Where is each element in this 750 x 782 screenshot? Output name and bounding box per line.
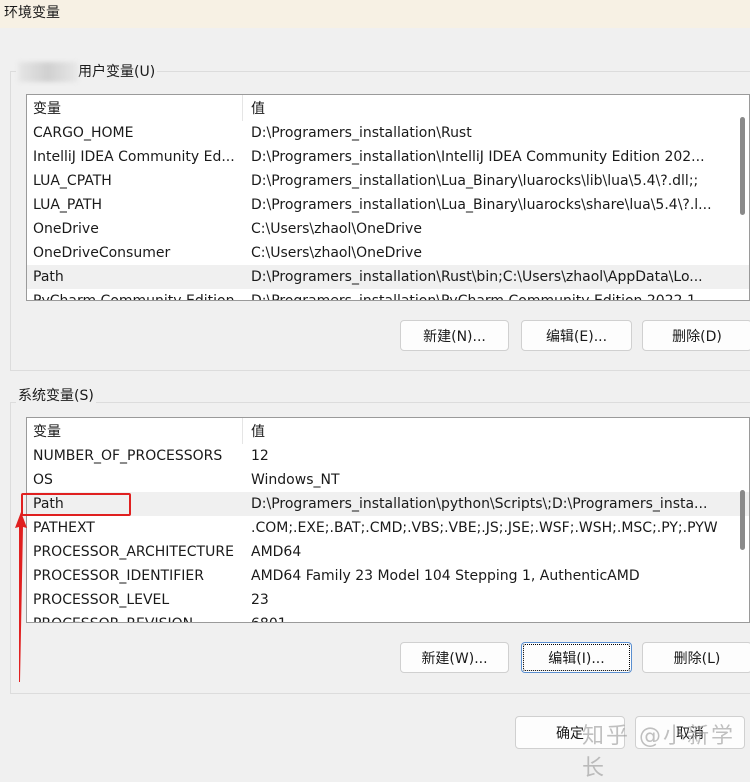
user-variables-list[interactable]: 变量值 CARGO_HOME D:\Programers_installation… bbox=[26, 94, 750, 301]
variable-value: D:\Programers_installation\PyCharm Commu… bbox=[251, 293, 710, 301]
variable-value: D:\Programers_installation\Rust\bin;C:\U… bbox=[251, 269, 703, 285]
list-header: 变量值 bbox=[27, 418, 749, 444]
user-variables-label-text: 用户变量(U) bbox=[78, 64, 156, 80]
variable-name: PROCESSOR_LEVEL bbox=[33, 592, 170, 608]
variable-value: D:\Programers_installation\python\Script… bbox=[251, 496, 708, 512]
table-row[interactable]: LUA_CPATH D:\Programers_installation\Lua_… bbox=[27, 169, 749, 193]
user-edit-button[interactable]: 编辑(E)... bbox=[521, 320, 632, 351]
variable-value: AMD64 bbox=[251, 544, 302, 560]
table-row[interactable]: PROCESSOR_REVISION6801 bbox=[27, 612, 749, 622]
window-title: 环境变量 bbox=[0, 0, 750, 28]
variable-value: 12 bbox=[251, 448, 269, 464]
table-row[interactable]: CARGO_HOME D:\Programers_installation\Rus… bbox=[27, 121, 749, 145]
column-header-variable[interactable]: 变量 bbox=[27, 95, 243, 121]
variable-name: OS bbox=[33, 472, 53, 488]
variable-name: LUA_PATH bbox=[33, 197, 103, 213]
variable-name: PATHEXT bbox=[33, 520, 95, 536]
cancel-button[interactable]: 取消 bbox=[635, 716, 745, 749]
list-header: 变量值 bbox=[27, 95, 749, 121]
variable-value: D:\Programers_installation\Lua_Binary\lu… bbox=[251, 173, 699, 189]
variable-value: D:\Programers_installation\IntelliJ IDEA… bbox=[251, 149, 705, 165]
table-row[interactable]: PATHEXT .COM;.EXE;.BAT;.CMD;.VBS;.VBE;.JS… bbox=[27, 516, 749, 540]
variable-name: Path bbox=[33, 269, 64, 285]
variable-value: 6801 bbox=[243, 616, 749, 622]
scrollbar[interactable] bbox=[740, 490, 745, 550]
column-header-value[interactable]: 值 bbox=[243, 421, 749, 441]
variable-name: PyCharm Community Edition bbox=[33, 293, 235, 301]
variable-value: C:\Users\zhaol\OneDrive bbox=[251, 221, 422, 237]
redacted-username bbox=[18, 62, 78, 82]
variable-name: NUMBER_OF_PROCESSORS bbox=[33, 448, 223, 464]
system-variables-label: 系统变量(S) bbox=[16, 385, 96, 405]
variable-name: LUA_CPATH bbox=[33, 173, 112, 189]
user-delete-button[interactable]: 删除(D) bbox=[642, 320, 750, 351]
table-row[interactable]: PROCESSOR_ARCHITECTURE AMD64 bbox=[27, 540, 749, 564]
system-delete-button[interactable]: 删除(L) bbox=[642, 642, 750, 673]
variable-value: D:\Programers_installation\Rust bbox=[251, 125, 472, 141]
column-header-value[interactable]: 值 bbox=[243, 98, 749, 118]
column-header-variable[interactable]: 变量 bbox=[27, 418, 243, 444]
table-row[interactable]: OneDriveConsumer C:\Users\zhaol\OneDrive bbox=[27, 241, 749, 265]
variable-value: D:\Programers_installation\Lua_Binary\lu… bbox=[251, 197, 712, 213]
table-row[interactable]: Path D:\Programers_installation\python\Sc… bbox=[27, 492, 749, 516]
variable-value: AMD64 Family 23 Model 104 Stepping 1, Au… bbox=[251, 568, 640, 584]
variable-value: .COM;.EXE;.BAT;.CMD;.VBS;.VBE;.JS;.JSE;.… bbox=[251, 520, 718, 536]
table-row[interactable]: LUA_PATH D:\Programers_installation\Lua_B… bbox=[27, 193, 749, 217]
variable-name: PROCESSOR_ARCHITECTURE bbox=[33, 544, 234, 560]
system-new-button[interactable]: 新建(W)... bbox=[400, 642, 509, 673]
red-arrow-annotation bbox=[15, 512, 27, 682]
scrollbar[interactable] bbox=[740, 117, 745, 215]
variable-name: OneDrive bbox=[33, 221, 99, 237]
ok-button[interactable]: 确定 bbox=[515, 716, 625, 749]
table-row[interactable]: OS Windows_NT bbox=[27, 468, 749, 492]
system-variables-list[interactable]: 变量值 NUMBER_OF_PROCESSORS 12 OS Windows_NT Pa… bbox=[26, 417, 750, 623]
table-row[interactable]: PROCESSOR_IDENTIFIER AMD64 Family 23 Mode… bbox=[27, 564, 749, 588]
table-row[interactable]: PROCESSOR_LEVEL 23 bbox=[27, 588, 749, 612]
variable-value: Windows_NT bbox=[251, 472, 340, 488]
variable-value: C:\Users\zhaol\OneDrive bbox=[251, 245, 422, 261]
user-new-button[interactable]: 新建(N)... bbox=[400, 320, 509, 351]
table-row[interactable]: NUMBER_OF_PROCESSORS 12 bbox=[27, 444, 749, 468]
system-edit-button[interactable]: 编辑(I)... bbox=[521, 642, 632, 673]
table-row[interactable]: PyCharm Community Edition D:\Programers_i… bbox=[27, 289, 749, 301]
variable-value: 23 bbox=[251, 592, 269, 608]
variable-name: IntelliJ IDEA Community Ed... bbox=[33, 149, 235, 165]
variable-name: OneDriveConsumer bbox=[33, 245, 171, 261]
table-row[interactable]: IntelliJ IDEA Community Ed... D:\Programe… bbox=[27, 145, 749, 169]
table-row[interactable]: OneDrive C:\Users\zhaol\OneDrive bbox=[27, 217, 749, 241]
path-highlight-box bbox=[21, 493, 131, 516]
table-row[interactable]: Path D:\Programers_installation\Rust\bin;… bbox=[27, 265, 749, 289]
variable-name: PROCESSOR_IDENTIFIER bbox=[33, 568, 204, 584]
user-variables-label: 用户变量(U) bbox=[16, 61, 158, 82]
variable-name: CARGO_HOME bbox=[33, 125, 134, 141]
variable-name: PROCESSOR_REVISION bbox=[27, 616, 243, 622]
